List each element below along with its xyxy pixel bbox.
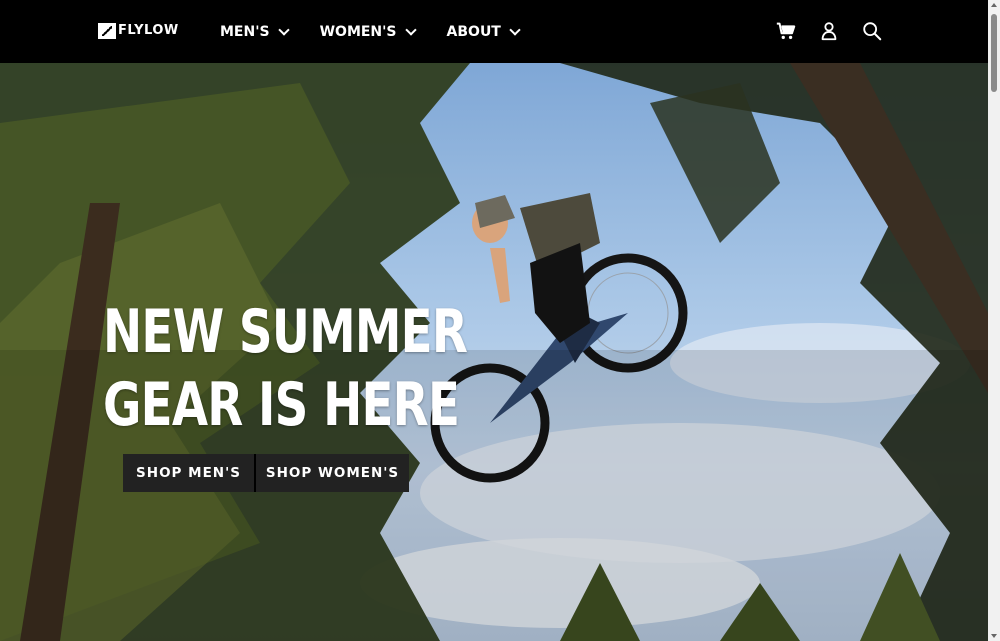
nav-item-about[interactable]: ABOUT	[446, 23, 521, 40]
nav-item-label: MEN'S	[220, 23, 270, 40]
shop-womens-button[interactable]: SHOP WOMEN'S	[254, 454, 409, 492]
logo-mark-icon	[98, 23, 116, 39]
account-icon[interactable]	[818, 20, 840, 42]
chevron-down-icon	[277, 23, 290, 36]
scroll-down-icon[interactable]	[991, 634, 997, 638]
search-icon[interactable]	[861, 20, 883, 42]
main-nav: MEN'S WOMEN'S ABOUT	[220, 0, 551, 63]
header-icons	[754, 20, 883, 42]
brand-name: FLYLOW	[118, 23, 179, 38]
nav-item-mens[interactable]: MEN'S	[220, 23, 290, 40]
hero-headline: NEW SUMMER GEAR IS HERE	[103, 296, 468, 442]
site-header: FLYLOW MEN'S WOMEN'S ABOUT	[0, 0, 988, 63]
chevron-down-icon	[404, 23, 417, 36]
scroll-thumb[interactable]	[991, 14, 997, 92]
hero-banner: NEW SUMMER GEAR IS HERE SHOP MEN'S SHOP …	[0, 63, 988, 641]
cart-icon[interactable]	[775, 20, 797, 42]
shop-mens-button[interactable]: SHOP MEN'S	[123, 454, 254, 492]
headline-line-1: NEW SUMMER	[103, 297, 468, 367]
nav-item-womens[interactable]: WOMEN'S	[319, 23, 417, 40]
nav-item-label: ABOUT	[446, 23, 501, 40]
nav-item-label: WOMEN'S	[319, 23, 397, 40]
brand-logo[interactable]: FLYLOW	[98, 23, 179, 39]
scroll-up-icon[interactable]	[991, 3, 997, 7]
chevron-down-icon	[509, 23, 521, 36]
hero-cta-group: SHOP MEN'S SHOP WOMEN'S	[123, 454, 409, 492]
page-scrollbar[interactable]	[988, 0, 1000, 641]
headline-line-2: GEAR IS HERE	[103, 370, 460, 440]
